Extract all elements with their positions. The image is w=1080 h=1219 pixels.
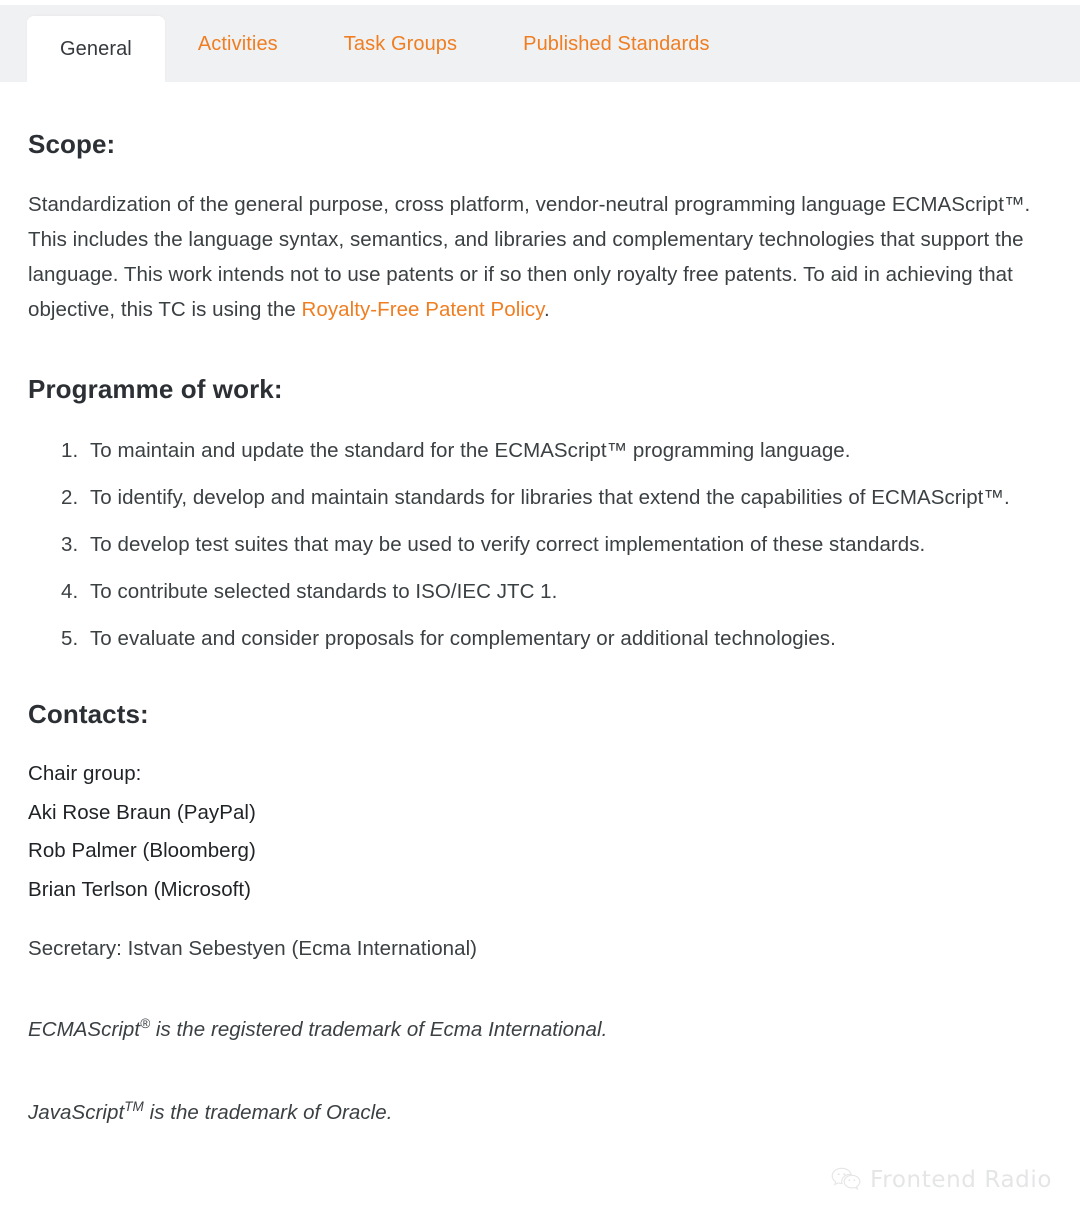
tab-bar: General Activities Task Groups Published… [0, 5, 1080, 82]
list-item: To contribute selected standards to ISO/… [84, 574, 1052, 609]
chair-group-block: Chair group: Aki Rose Braun (PayPal) Rob… [28, 755, 1052, 909]
trademark-mark: TM [124, 1099, 144, 1115]
scope-text-part-2: . [544, 297, 550, 321]
list-item: To develop test suites that may be used … [84, 527, 1052, 562]
watermark-label: Frontend Radio [870, 1167, 1052, 1193]
tab-task-groups-label: Task Groups [343, 32, 458, 55]
programme-heading: Programme of work: [28, 373, 283, 404]
watermark: Frontend Radio [831, 1167, 1052, 1193]
javascript-trademark-notice: JavaScriptTM is the trademark of Oracle. [28, 1095, 1052, 1130]
list-item: To identify, develop and maintain standa… [84, 480, 1052, 515]
tab-activities[interactable]: Activities [165, 5, 311, 82]
scope-heading: Scope: [28, 129, 116, 159]
tab-published-standards-label: Published Standards [523, 32, 710, 55]
tab-general[interactable]: General [27, 16, 165, 82]
secretary-line: Secretary: Istvan Sebestyen (Ecma Intern… [28, 937, 478, 961]
chair-name: Brian Terlson (Microsoft) [28, 877, 252, 901]
javascript-name: JavaScript [28, 1101, 125, 1125]
tab-published-standards[interactable]: Published Standards [490, 5, 742, 82]
list-item: To maintain and update the standard for … [84, 433, 1052, 468]
tab-activities-label: Activities [197, 32, 278, 55]
ecmascript-name: ECMAScript [28, 1018, 141, 1042]
programme-list: To maintain and update the standard for … [28, 433, 1052, 656]
contacts-heading: Contacts: [28, 698, 149, 729]
ecmascript-trademark-text: is the registered trademark of Ecma Inte… [150, 1018, 608, 1042]
chair-name: Rob Palmer (Bloomberg) [28, 839, 256, 863]
scope-paragraph: Standardization of the general purpose, … [28, 187, 1040, 327]
page-content: Scope: Standardization of the general pu… [0, 128, 1080, 1130]
royalty-free-patent-policy-link[interactable]: Royalty-Free Patent Policy [302, 298, 544, 321]
list-item: To evaluate and consider proposals for c… [84, 621, 1052, 656]
registered-mark: ® [140, 1016, 151, 1032]
tab-task-groups[interactable]: Task Groups [311, 5, 490, 82]
chair-name: Aki Rose Braun (PayPal) [28, 800, 256, 824]
ecmascript-trademark-notice: ECMAScript® is the registered trademark … [28, 1012, 1052, 1047]
chair-group-label: Chair group: [28, 762, 142, 786]
tab-general-label: General [60, 38, 132, 60]
javascript-trademark-text: is the trademark of Oracle. [143, 1101, 393, 1125]
wechat-icon [831, 1167, 861, 1193]
